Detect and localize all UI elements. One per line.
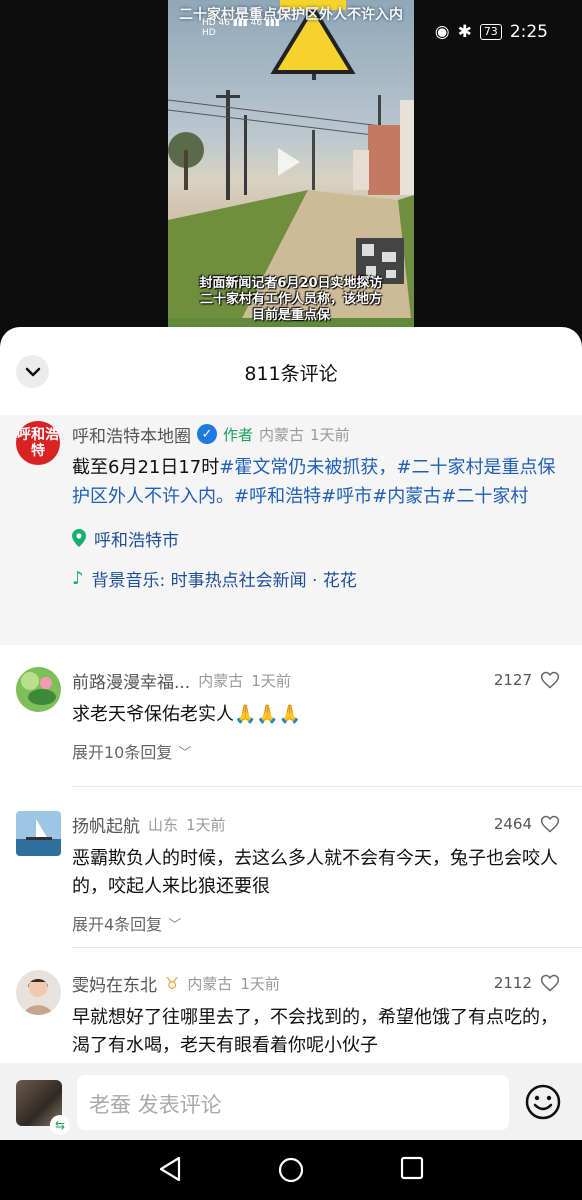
heart-icon [540,815,560,833]
hd-label: HD [202,28,216,38]
avatar[interactable]: 呼和浩特 [16,421,60,465]
comment-time: 1天前 [186,815,226,834]
expand-replies-label: 展开4条回复 [72,915,163,934]
post-text-plain: 截至6月21日17时 [72,457,220,478]
expand-replies-button[interactable]: 展开4条回复 ﹀ [72,911,566,935]
author-tag: 作者 [223,425,254,444]
comment-count-title: 811条评论 [244,363,338,385]
battery-icon: 73 [479,24,502,40]
location-label: 呼和浩特市 [94,530,179,551]
expand-replies-button[interactable]: 展开10条回复 ﹀ [72,739,566,763]
signal-label: 46 [250,18,263,28]
location-pin-icon [72,529,86,547]
expand-replies-label: 展开10条回复 [72,743,173,762]
avatar[interactable] [16,667,61,712]
avatar[interactable] [16,970,61,1015]
chevron-down-icon: ﹀ [178,745,192,761]
play-icon [278,148,300,176]
back-icon[interactable] [158,1156,182,1182]
heart-icon [540,974,560,992]
system-nav-bar [0,1140,582,1200]
like-button[interactable]: 2127 [494,670,560,690]
comment-item: 前路漫漫幸福... 内蒙古 1天前 2127 求老天爷保佑老实人🙏🙏🙏 展开10… [0,667,582,780]
emoji-icon[interactable] [524,1083,562,1121]
comment-text: 恶霸欺负人的时候，去这么多人就不会有今天，兔子也会咬人的，咬起人来比狼还要很 [72,848,558,897]
lotus-avatar-image [16,667,61,712]
author-region: 内蒙古 [259,425,305,444]
comment-author-name[interactable]: 前路漫漫幸福... [72,668,190,693]
author-post: 呼和浩特 呼和浩特本地圈 ✓ 作者 内蒙古 1天前 截至6月21日17时#霍文常… [0,415,582,645]
like-button[interactable]: 2112 [494,973,560,993]
hashtag-link[interactable]: #二十家村 [441,486,528,507]
comment-region: 内蒙古 [187,974,233,993]
chevron-down-icon: ﹀ [168,917,182,933]
comment-region: 内蒙古 [198,671,244,690]
hashtag-link[interactable]: #霍文常仍未被抓获， [219,457,396,478]
switch-account-icon[interactable]: ⇆ [50,1115,70,1135]
portrait-avatar-image [16,970,61,1015]
hashtag-link[interactable]: #内蒙古 [372,486,441,507]
comment-time: 1天前 [240,974,280,993]
recents-icon[interactable] [400,1156,424,1180]
video-player[interactable]: 二十家村是重点保护区外人不许入内 封面新闻记者6月20日实地探访 二十家村有工作… [168,0,414,345]
sheet-header: 811条评论 [0,327,582,415]
video-caption-bottom: 封面新闻记者6月20日实地探访 二十家村有工作人员称，该地方 目前是重点保 [168,276,414,324]
music-label: 背景音乐: 时事热点社会新闻 · 花花 [91,570,357,591]
divider [72,947,582,948]
hd-label: HD [202,18,216,28]
divider [72,786,582,787]
comment-text: 求老天爷保佑老实人🙏🙏🙏 [72,704,302,725]
video-caption-line: 二十家村有工作人员称，该地方 [199,292,382,307]
hashtag-link[interactable]: #呼市 [321,486,372,507]
music-link[interactable]: ♪ 背景音乐: 时事热点社会新闻 · 花花 [72,565,566,591]
comment-input[interactable]: 老蚕 发表评论 [77,1075,509,1130]
verified-icon: ✓ [197,424,217,444]
comments-sheet: 811条评论 呼和浩特 呼和浩特本地圈 ✓ 作者 内蒙古 1天前 截至6月21日… [0,327,582,1140]
heart-icon [540,671,560,689]
comment-input-bar: ⇆ 老蚕 发表评论 [0,1063,582,1140]
video-caption-line: 封面新闻记者6月20日实地探访 [199,276,383,291]
signal-label: 46 [218,18,231,28]
clock: 2:25 [509,22,548,42]
network-indicators: HD 46 ▮▮▮ 46 ▮▮▮ HD [202,18,280,38]
comment-item: 扬帆起航 山东 1天前 2464 恶霸欺负人的时候，去这么多人就不会有今天，兔子… [0,811,582,941]
post-text: 截至6月21日17时#霍文常仍未被抓获，#二十家村是重点保护区外人不许入内。#呼… [72,453,566,511]
author-name[interactable]: 呼和浩特本地圈 [72,422,191,447]
comment-author-name[interactable]: 扬帆起航 [72,812,140,837]
sailboat-avatar-image [16,811,61,856]
location-link[interactable]: 呼和浩特市 [72,525,566,551]
eye-icon: ◉ [434,22,450,42]
music-note-icon: ♪ [72,567,84,589]
status-bar: ◉ ✱ 73 2:25 [435,22,548,42]
like-button[interactable]: 2464 [494,814,560,834]
avatar[interactable] [16,811,61,856]
like-count: 2464 [493,815,532,833]
like-count: 2127 [493,671,532,689]
comment-time: 1天前 [251,671,291,690]
bluetooth-icon: ✱ [457,22,472,42]
badge-icon: ♉ [165,973,180,993]
comment-region: 山东 [148,815,179,834]
author-time: 1天前 [310,425,350,444]
comment-author-name[interactable]: 雯妈在东北 [72,971,157,996]
home-icon[interactable] [277,1156,305,1184]
video-caption-line: 目前是重点保 [251,308,330,323]
comment-text: 早就想好了往哪里去了，不会找到的，希望他饿了有点吃的，渴了有水喝，老天有眼看着你… [72,1007,558,1056]
like-count: 2112 [493,974,532,992]
hashtag-link[interactable]: #呼和浩特 [234,486,321,507]
